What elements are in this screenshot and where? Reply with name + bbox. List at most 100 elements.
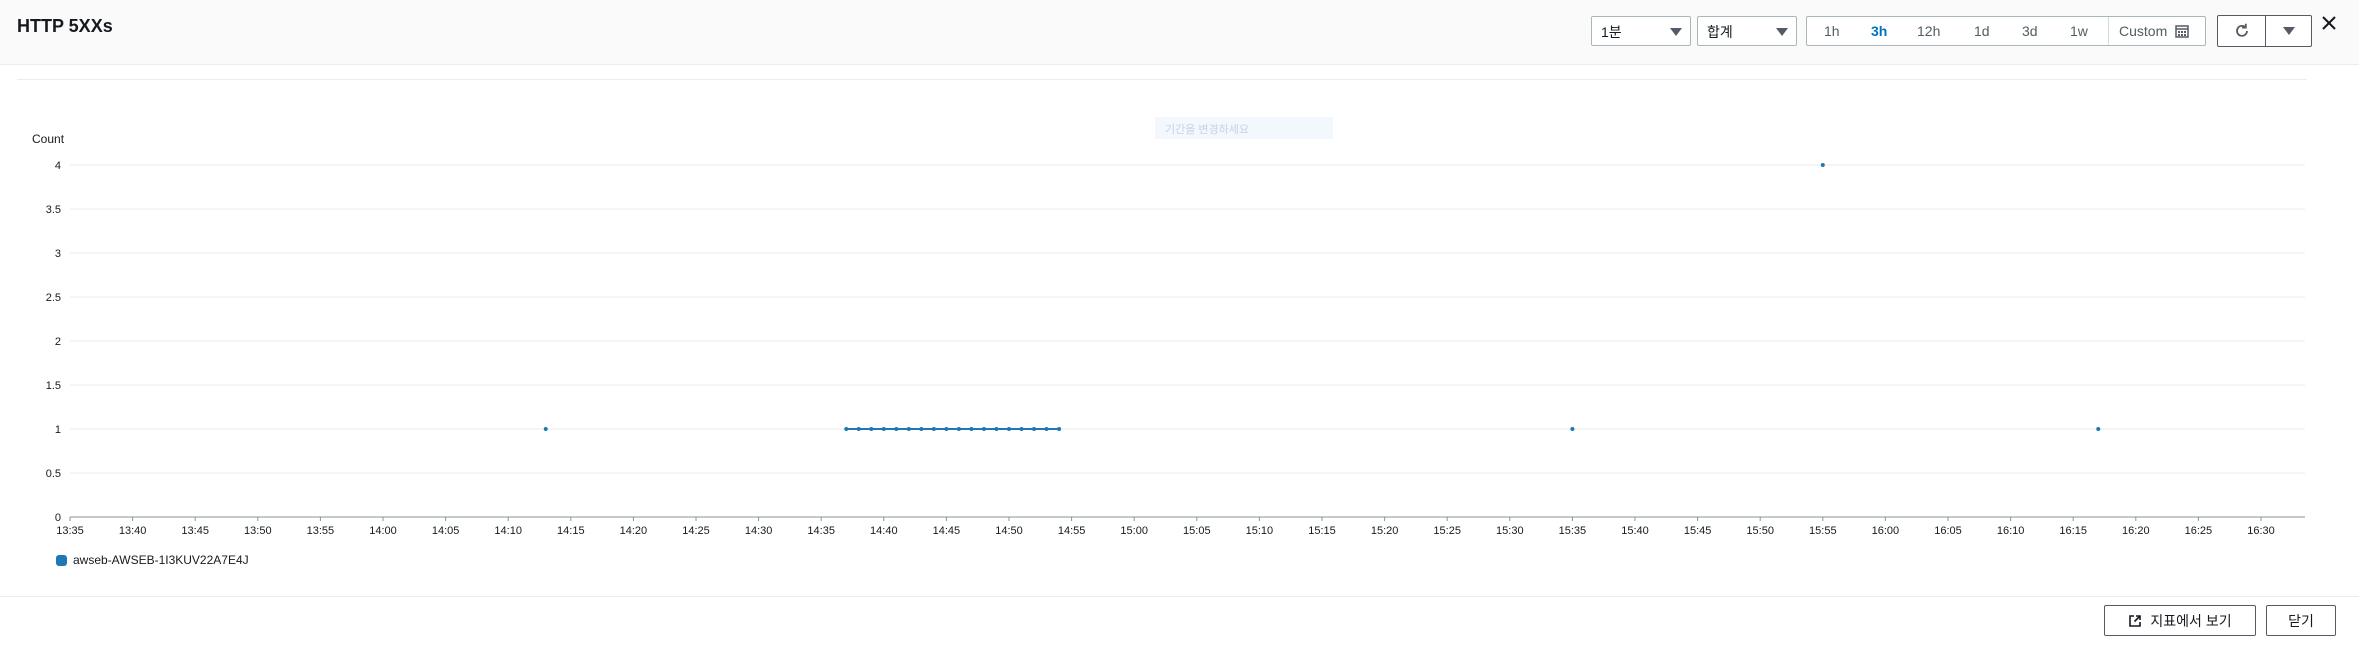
x-tick-label: 15:10 — [1246, 525, 1274, 537]
x-tick-label: 13:40 — [119, 525, 147, 537]
data-point[interactable] — [931, 427, 936, 431]
data-point[interactable] — [2096, 427, 2101, 431]
data-point[interactable] — [869, 427, 874, 431]
range-divider — [2108, 17, 2109, 45]
legend-series-label: awseb-AWSEB-1I3KUV22A7E4J — [73, 553, 249, 567]
data-point[interactable] — [856, 427, 861, 431]
caret-down-icon — [2283, 27, 2295, 35]
x-tick-label: 15:25 — [1433, 525, 1461, 537]
y-tick-label: 0.5 — [46, 468, 61, 480]
x-tick-label: 15:55 — [1809, 525, 1837, 537]
x-tick-label: 14:55 — [1058, 525, 1086, 537]
refresh-options-button[interactable] — [2266, 16, 2312, 46]
external-link-icon — [2129, 614, 2142, 627]
x-tick-label: 13:55 — [307, 525, 335, 537]
range-3d[interactable]: 3d — [2022, 23, 2038, 39]
view-in-metrics-label: 지표에서 보기 — [2150, 612, 2232, 629]
data-point[interactable] — [1032, 427, 1037, 431]
view-in-metrics-button[interactable]: 지표에서 보기 — [2104, 605, 2256, 636]
range-3h[interactable]: 3h — [1871, 23, 1887, 39]
data-point[interactable] — [956, 427, 961, 431]
footer-divider — [0, 596, 2359, 597]
line-chart[interactable]: Count 43.532.521.510.50 13:35 13:40 13:45 1… — [0, 90, 2359, 570]
x-tick-label: 13:35 — [56, 525, 84, 537]
period-select-value: 1분 — [1601, 24, 1622, 40]
modal-header: HTTP 5XXs 1분 합계 1h 3h 12h 1d 3d 1w Custo… — [0, 0, 2359, 65]
data-point[interactable] — [994, 427, 999, 431]
refresh-button[interactable] — [2218, 16, 2265, 46]
x-tick-label: 14:25 — [682, 525, 710, 537]
data-point[interactable] — [944, 427, 949, 431]
x-tick-label: 14:35 — [807, 525, 835, 537]
custom-range-label: Custom — [2119, 23, 2168, 39]
y-axis-label: Count — [32, 132, 65, 146]
caret-down-icon — [1670, 28, 1682, 36]
chart-legend[interactable]: awseb-AWSEB-1I3KUV22A7E4J — [56, 553, 249, 567]
x-tick-label: 16:10 — [1997, 525, 2025, 537]
data-point[interactable] — [1057, 427, 1062, 431]
refresh-icon — [2235, 23, 2248, 37]
x-tick-label: 15:50 — [1746, 525, 1774, 537]
x-tick-label: 15:45 — [1684, 525, 1712, 537]
data-point[interactable] — [919, 427, 924, 431]
x-tick-label: 14:45 — [933, 525, 961, 537]
x-tick-label: 16:00 — [1872, 525, 1900, 537]
chart-area: Count 4 3.5 3 2.5 2 1.5 1 0.5 0 13:35 13:40 13:45 1… — [0, 90, 2359, 570]
data-point[interactable] — [1044, 427, 1049, 431]
statistic-select[interactable]: 합계 — [1697, 16, 1797, 46]
grid-lines — [70, 164, 2305, 518]
x-tick-label: 14:50 — [995, 525, 1023, 537]
data-point[interactable] — [981, 427, 986, 431]
data-point[interactable] — [844, 427, 849, 431]
x-axis-ticks: 13:35 13:40 13:45 13:50 13:55 14:00 14:05 14:10… — [56, 517, 2275, 537]
x-tick-label: 14:30 — [745, 525, 773, 537]
x-tick-label: 16:05 — [1934, 525, 1962, 537]
divider — [17, 79, 2307, 80]
data-point[interactable] — [543, 427, 548, 431]
close-button-label: 닫기 — [2288, 612, 2314, 629]
close-icon[interactable] — [2318, 12, 2340, 34]
range-1h[interactable]: 1h — [1824, 23, 1840, 39]
range-1w[interactable]: 1w — [2070, 23, 2088, 39]
time-range-group: 1h 3h 12h 1d 3d 1w Custom — [1806, 16, 2206, 46]
data-point[interactable] — [906, 427, 911, 431]
data-point[interactable] — [1007, 427, 1011, 431]
x-tick-label: 14:20 — [620, 525, 648, 537]
y-tick-label: 2.5 — [46, 292, 61, 304]
range-12h[interactable]: 12h — [1917, 23, 1940, 39]
x-tick-label: 15:30 — [1496, 525, 1524, 537]
legend-swatch — [56, 554, 67, 566]
x-tick-label: 14:05 — [432, 525, 460, 537]
period-select[interactable]: 1분 — [1591, 16, 1691, 46]
data-point[interactable] — [881, 427, 886, 431]
x-tick-label: 13:50 — [244, 525, 272, 537]
caret-down-icon — [1776, 28, 1788, 36]
data-point[interactable] — [969, 427, 974, 431]
range-1d[interactable]: 1d — [1974, 23, 1990, 39]
y-tick-label: 0 — [55, 512, 61, 524]
x-tick-label: 14:40 — [870, 525, 898, 537]
data-point[interactable] — [894, 427, 899, 431]
y-tick-label: 3 — [55, 248, 61, 260]
y-tick-label: 2 — [55, 336, 61, 348]
y-tick-label: 1.5 — [46, 380, 61, 392]
statistic-select-value: 합계 — [1707, 24, 1733, 40]
x-tick-label: 14:15 — [557, 525, 585, 537]
custom-range-button[interactable]: Custom — [2119, 23, 2189, 39]
data-point[interactable] — [1019, 427, 1024, 431]
y-tick-label: 3.5 — [46, 204, 61, 216]
x-tick-label: 15:15 — [1308, 525, 1336, 537]
refresh-control — [2217, 15, 2312, 47]
x-tick-label: 15:35 — [1559, 525, 1587, 537]
x-tick-label: 16:30 — [2247, 525, 2275, 537]
x-tick-label: 15:20 — [1371, 525, 1399, 537]
y-tick-label: 4 — [55, 160, 61, 172]
x-tick-label: 15:05 — [1183, 525, 1211, 537]
x-tick-label: 13:45 — [181, 525, 209, 537]
data-point[interactable] — [1820, 163, 1825, 167]
modal-title: HTTP 5XXs — [17, 16, 113, 36]
x-tick-label: 15:00 — [1120, 525, 1148, 537]
x-tick-label: 14:00 — [369, 525, 397, 537]
data-point[interactable] — [1570, 427, 1575, 431]
close-button[interactable]: 닫기 — [2266, 605, 2336, 636]
